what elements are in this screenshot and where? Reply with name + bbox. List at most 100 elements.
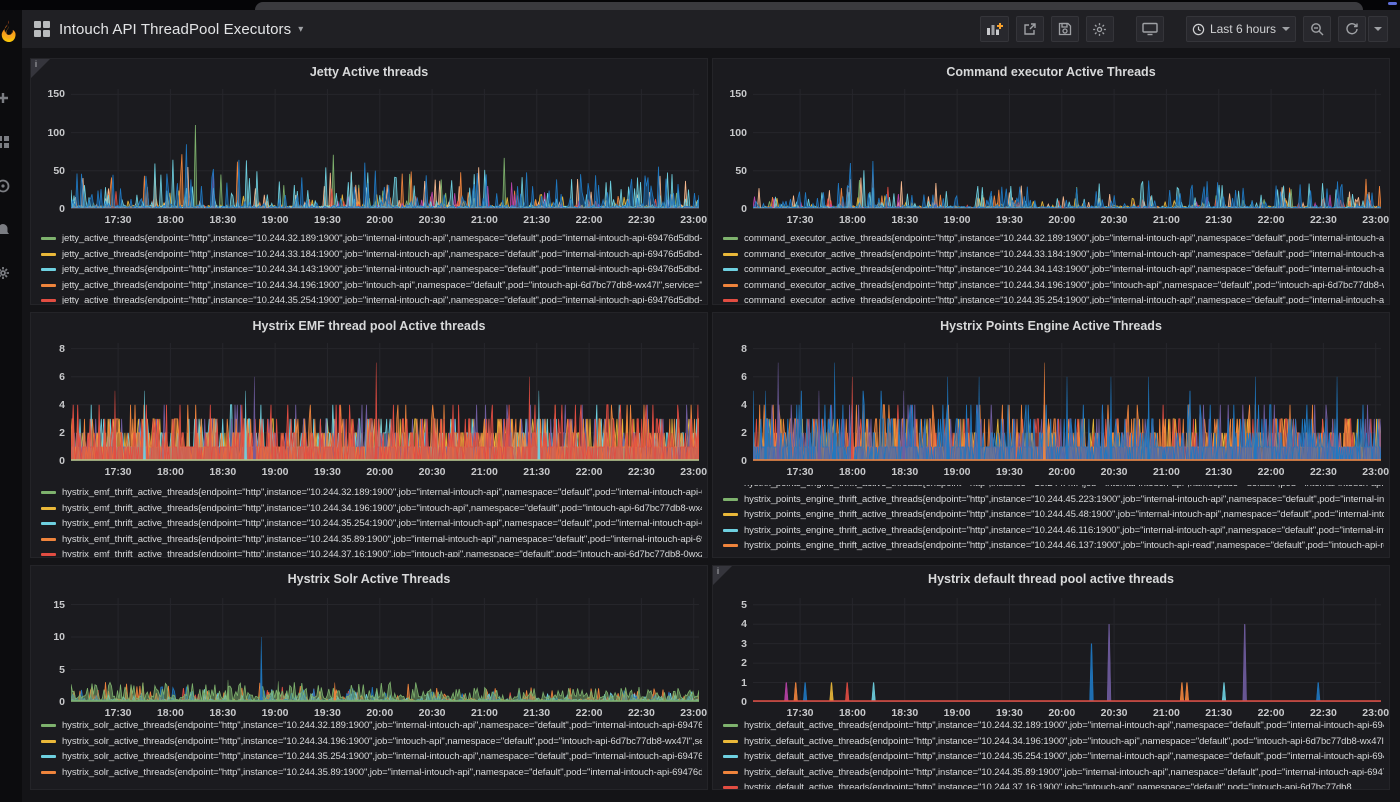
x-axis-label: 19:00	[935, 466, 979, 478]
legend-item[interactable]: command_executor_active_threads{endpoint…	[723, 278, 1384, 294]
y-axis-label: 6	[715, 371, 747, 383]
y-axis-label: 3	[715, 638, 747, 650]
zoom-out-button[interactable]	[1303, 16, 1331, 42]
legend-item[interactable]: hystrix_emf_thrift_active_threads{endpoi…	[41, 532, 702, 548]
chart-command-executor-active-threads	[753, 89, 1381, 209]
legend-item[interactable]: jetty_active_threads{endpoint="http",ins…	[41, 262, 702, 278]
legend-series-text: hystrix_points_engine_thrift_active_thre…	[744, 494, 1384, 505]
y-axis-label: 0	[33, 455, 65, 467]
dashboards-icon[interactable]	[0, 134, 11, 150]
x-axis-label: 21:00	[1144, 466, 1188, 478]
settings-gear-button[interactable]	[1086, 16, 1114, 42]
x-axis-label: 17:30	[778, 214, 822, 226]
y-axis-label: 100	[33, 127, 65, 139]
legend-series-color	[41, 284, 56, 287]
legend-item[interactable]: hystrix_emf_thrift_active_threads{endpoi…	[41, 516, 702, 532]
legend-item[interactable]: command_executor_active_threads{endpoint…	[723, 247, 1384, 263]
panel-hystrix-solr-active-threads: Hystrix Solr Active Threads05101517:3018…	[30, 565, 708, 790]
grafana-logo-icon[interactable]	[0, 18, 18, 51]
panel-title[interactable]: Command executor Active Threads	[743, 65, 1359, 79]
y-axis-label: 2	[33, 427, 65, 439]
legend-item[interactable]: hystrix_solr_active_threads{endpoint="ht…	[41, 765, 702, 781]
panel-title[interactable]: Hystrix default thread pool active threa…	[743, 572, 1359, 586]
legend-item[interactable]: hystrix_emf_thrift_active_threads{endpoi…	[41, 547, 702, 558]
legend-item[interactable]: hystrix_points_engine_thrift_active_thre…	[723, 507, 1384, 523]
dashboard-title-caret-icon[interactable]: ▾	[298, 24, 303, 35]
legend-item[interactable]: jetty_active_threads{endpoint="http",ins…	[41, 278, 702, 294]
x-axis-label: 18:30	[883, 466, 927, 478]
panel-info-corner-icon[interactable]: i	[713, 566, 732, 585]
panel-title[interactable]: Hystrix Solr Active Threads	[61, 572, 677, 586]
x-axis-label: 22:00	[567, 466, 611, 478]
legend-series-color	[723, 268, 738, 271]
legend-series-text: jetty_active_threads{endpoint="http",ins…	[62, 280, 702, 291]
legend-item[interactable]: hystrix_emf_thrift_active_threads{endpoi…	[41, 501, 702, 517]
legend-series-color	[723, 786, 738, 789]
legend-series-text: hystrix_solr_active_threads{endpoint="ht…	[62, 767, 702, 778]
y-axis-label: 4	[715, 399, 747, 411]
legend-item[interactable]: jetty_active_threads{endpoint="http",ins…	[41, 293, 702, 305]
dashboard-title[interactable]: Intouch API ThreadPool Executors	[59, 21, 291, 38]
panel-title[interactable]: Hystrix EMF thread pool Active threads	[61, 319, 677, 333]
legend-series-text: command_executor_active_threads{endpoint…	[744, 233, 1384, 244]
legend-item[interactable]: command_executor_active_threads{endpoint…	[723, 262, 1384, 278]
legend-series-text: hystrix_emf_thrift_active_threads{endpoi…	[62, 549, 702, 558]
refresh-interval-dropdown[interactable]	[1368, 16, 1388, 42]
legend-series-color	[41, 724, 56, 727]
refresh-button[interactable]	[1338, 16, 1366, 42]
alerting-icon[interactable]	[0, 222, 11, 238]
chart-hystrix-default-thread-pool-active-threads	[753, 598, 1381, 702]
add-panel-button[interactable]	[980, 16, 1009, 42]
panel-legend: hystrix_emf_thrift_active_threads{endpoi…	[41, 485, 702, 558]
panel-title[interactable]: Hystrix Points Engine Active Threads	[743, 319, 1359, 333]
x-axis-label: 20:30	[410, 466, 454, 478]
legend-item[interactable]: hystrix_default_active_threads{endpoint=…	[723, 749, 1384, 765]
panel-hystrix-default-thread-pool-active-threads: i Hystrix default thread pool active thre…	[712, 565, 1390, 790]
legend-item[interactable]: hystrix_default_active_threads{endpoint=…	[723, 780, 1384, 790]
legend-series-text: command_executor_active_threads{endpoint…	[744, 249, 1384, 260]
dashboard-canvas: iJetty Active threads05010015017:3018:00…	[22, 48, 1400, 802]
explore-icon[interactable]	[0, 178, 11, 194]
dashboard-apps-icon[interactable]	[34, 21, 50, 37]
legend-series-text: hystrix_default_active_threads{endpoint=…	[744, 767, 1384, 778]
kiosk-mode-button[interactable]	[1136, 16, 1164, 42]
y-axis-label: 0	[715, 455, 747, 467]
panel-info-corner-icon[interactable]: i	[31, 59, 50, 78]
tab-accent-marker	[1388, 2, 1397, 5]
share-button[interactable]	[1016, 16, 1044, 42]
legend-item[interactable]: hystrix_solr_active_threads{endpoint="ht…	[41, 749, 702, 765]
legend-series-text: hystrix_default_active_threads{endpoint=…	[744, 720, 1384, 731]
panel-title[interactable]: Jetty Active threads	[61, 65, 677, 79]
configuration-icon[interactable]	[0, 265, 11, 281]
legend-item[interactable]: jetty_active_threads{endpoint="http",ins…	[41, 231, 702, 247]
x-axis-label: 20:30	[410, 214, 454, 226]
legend-series-color	[41, 491, 56, 494]
legend-series-color	[723, 237, 738, 240]
time-range-picker[interactable]: Last 6 hours	[1186, 16, 1296, 42]
legend-series-text: hystrix_emf_thrift_active_threads{endpoi…	[62, 518, 702, 529]
browser-tab[interactable]	[255, 2, 1363, 10]
legend-item[interactable]: hystrix_emf_thrift_active_threads{endpoi…	[41, 485, 702, 501]
save-button[interactable]	[1051, 16, 1079, 42]
y-axis-label: 150	[715, 88, 747, 100]
legend-item[interactable]: jetty_active_threads{endpoint="http",ins…	[41, 247, 702, 263]
legend-item[interactable]: hystrix_points_engine_thrift_active_thre…	[723, 523, 1384, 539]
x-axis-label: 23:00	[672, 214, 708, 226]
legend-item[interactable]: command_executor_active_threads{endpoint…	[723, 231, 1384, 247]
x-axis-label: 18:00	[830, 214, 874, 226]
legend-item[interactable]: hystrix_default_active_threads{endpoint=…	[723, 734, 1384, 750]
legend-series-color	[41, 237, 56, 240]
legend-item[interactable]: hystrix_solr_active_threads{endpoint="ht…	[41, 718, 702, 734]
panel-legend: hystrix_default_active_threads{endpoint=…	[723, 718, 1384, 790]
y-axis-label: 4	[715, 618, 747, 630]
legend-series-color	[723, 771, 738, 774]
legend-item[interactable]: command_executor_active_threads{endpoint…	[723, 293, 1384, 305]
legend-item[interactable]: hystrix_solr_active_threads{endpoint="ht…	[41, 734, 702, 750]
legend-item[interactable]: hystrix_points_engine_thrift_active_thre…	[723, 538, 1384, 554]
legend-item[interactable]: hystrix_points_engine_thrift_active_thre…	[723, 492, 1384, 508]
x-axis-label: 18:00	[148, 466, 192, 478]
legend-item[interactable]: hystrix_default_active_threads{endpoint=…	[723, 718, 1384, 734]
x-axis-label: 20:00	[358, 214, 402, 226]
legend-item[interactable]: hystrix_default_active_threads{endpoint=…	[723, 765, 1384, 781]
plus-icon[interactable]	[0, 90, 11, 106]
